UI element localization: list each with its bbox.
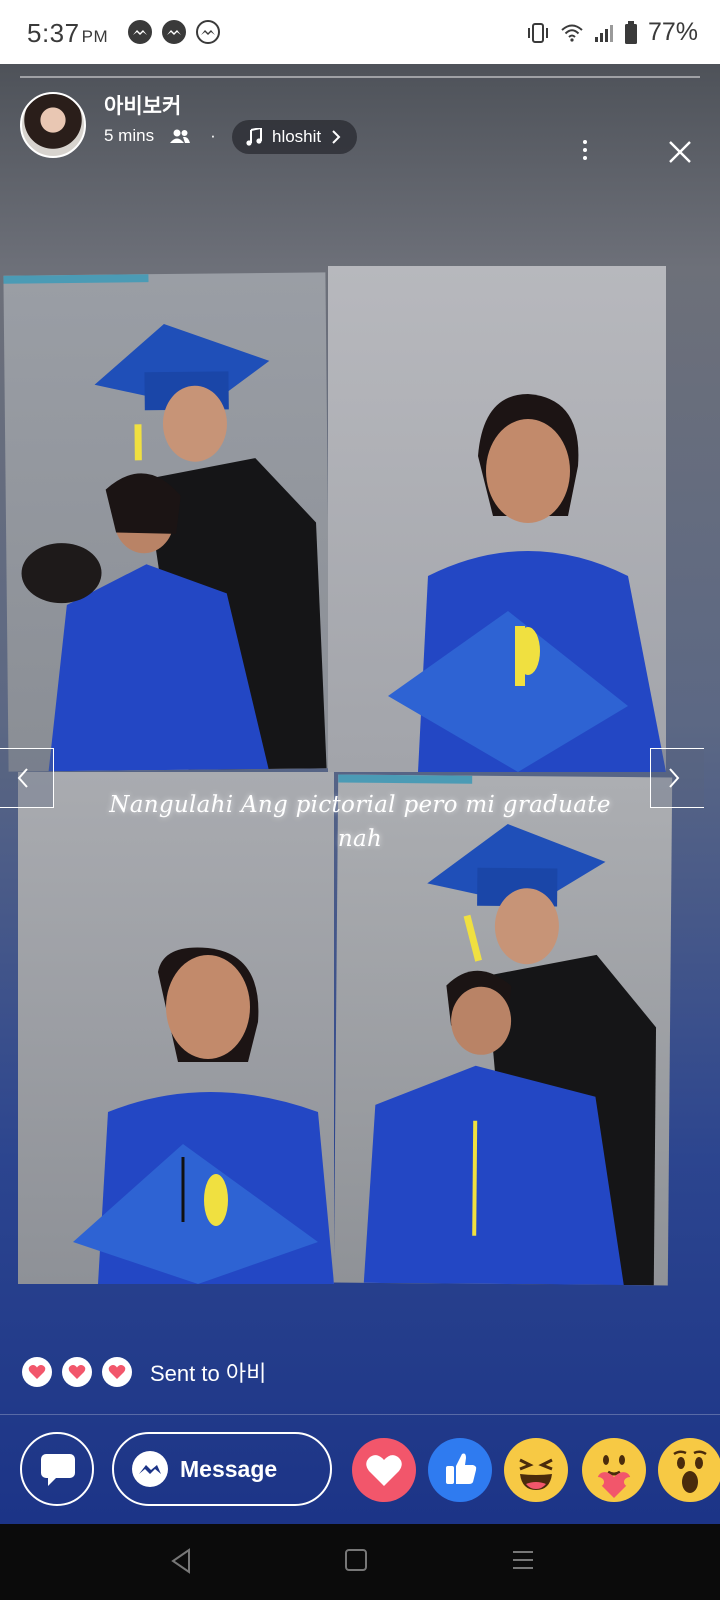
story-viewer[interactable]: 아비보커 5 mins · hloshit Nangulahi Ang pict… bbox=[0, 64, 720, 1524]
chevron-right-icon bbox=[332, 130, 341, 144]
divider bbox=[0, 1414, 720, 1415]
previous-story-button[interactable] bbox=[0, 748, 54, 808]
wow-face-icon bbox=[673, 1450, 707, 1493]
chat-bubble-icon bbox=[41, 1454, 75, 1486]
sent-heart-icon bbox=[102, 1357, 132, 1387]
status-bar: 5:37 PM 77% bbox=[0, 0, 720, 64]
thumbs-up-icon bbox=[446, 1453, 477, 1484]
sent-reactions-row: Sent to 아비 bbox=[22, 1356, 266, 1388]
reply-comment-button[interactable] bbox=[20, 1432, 94, 1506]
message-button[interactable]: Message bbox=[112, 1432, 332, 1506]
message-label: Message bbox=[180, 1455, 278, 1482]
back-icon[interactable] bbox=[170, 1548, 192, 1574]
close-button[interactable] bbox=[668, 140, 692, 164]
story-meta: 5 mins · bbox=[104, 126, 228, 146]
friends-icon bbox=[170, 129, 191, 143]
recent-apps-icon[interactable] bbox=[512, 1548, 534, 1572]
haha-reaction-button[interactable] bbox=[504, 1438, 568, 1502]
chevron-right-icon bbox=[669, 768, 680, 788]
music-note-icon bbox=[246, 128, 262, 146]
vibrate-icon bbox=[527, 22, 548, 43]
close-icon bbox=[669, 141, 691, 163]
wifi-icon bbox=[561, 24, 583, 42]
notification-icons bbox=[128, 20, 220, 44]
system-navigation-bar bbox=[0, 1524, 720, 1600]
story-time: 5 mins bbox=[104, 126, 155, 145]
heart-icon bbox=[366, 1455, 402, 1486]
laughing-face-icon bbox=[519, 1458, 553, 1490]
battery-percent: 77% bbox=[647, 18, 698, 46]
graduation-photo-2 bbox=[328, 266, 666, 772]
battery-icon bbox=[624, 20, 637, 44]
like-reaction-button[interactable] bbox=[428, 1438, 492, 1502]
wow-reaction-button[interactable] bbox=[658, 1438, 720, 1502]
status-time: 5:37 PM bbox=[27, 18, 109, 48]
messenger-icon bbox=[132, 1451, 168, 1487]
story-username[interactable]: 아비보커 bbox=[104, 90, 181, 120]
music-label: hloshit bbox=[272, 127, 322, 146]
care-reaction-button[interactable] bbox=[582, 1438, 646, 1502]
sent-heart-icon bbox=[62, 1357, 92, 1387]
messenger-icon bbox=[128, 20, 152, 44]
love-reaction-button[interactable] bbox=[352, 1438, 416, 1502]
messenger-icon bbox=[162, 20, 186, 44]
meta-separator: · bbox=[210, 126, 216, 145]
system-status: 77% bbox=[526, 18, 698, 47]
next-story-button[interactable] bbox=[650, 748, 704, 808]
graduation-photo-1 bbox=[3, 272, 331, 772]
sent-heart-icon bbox=[22, 1357, 52, 1387]
avatar[interactable] bbox=[20, 92, 86, 158]
music-sticker[interactable]: hloshit bbox=[232, 120, 358, 154]
more-options-button[interactable] bbox=[582, 140, 588, 160]
sent-to-text: Sent to 아비 bbox=[150, 1361, 267, 1386]
story-progress-bar bbox=[20, 76, 700, 78]
signal-icon bbox=[594, 24, 613, 42]
messenger-icon bbox=[196, 20, 220, 44]
home-icon[interactable] bbox=[344, 1548, 368, 1572]
care-face-icon bbox=[592, 1455, 636, 1498]
chevron-left-icon bbox=[17, 768, 28, 788]
story-caption: Nangulahi Ang pictorial pero mi graduate… bbox=[109, 792, 611, 852]
